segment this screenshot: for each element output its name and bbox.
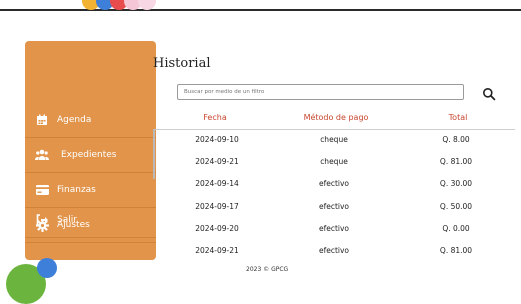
credit-card-icon (35, 183, 49, 197)
cell-total: Q. 50.00 (439, 202, 473, 211)
table-row[interactable]: 2024-09-20 efectivo Q. 0.00 (153, 218, 515, 240)
sidebar-item-finanzas[interactable]: Finanzas (25, 173, 156, 207)
cell-fecha: 2024-09-21 (195, 157, 239, 166)
sidebar-item-expedientes[interactable]: Expedientes (25, 138, 156, 172)
cell-fecha: 2024-09-10 (195, 135, 239, 144)
users-icon (35, 148, 49, 162)
cell-total: Q. 30.00 (439, 179, 473, 188)
logout-icon (35, 213, 49, 227)
cell-metodo: efectivo (318, 224, 350, 233)
footer-copyright: 2023 © GPCG (246, 266, 289, 273)
search-input[interactable] (177, 84, 464, 100)
brand-logo (78, 0, 168, 14)
column-header-total[interactable]: Total (440, 113, 476, 122)
page-title: Historial (153, 56, 211, 71)
table-row[interactable]: 2024-09-10 cheque Q. 8.00 (153, 129, 515, 151)
cell-fecha: 2024-09-20 (195, 224, 239, 233)
table-row[interactable]: 2024-09-17 efectivo Q. 50.00 (153, 196, 515, 218)
sidebar-item-label: Finanzas (57, 185, 96, 195)
column-header-metodo-pago[interactable]: Método de pago (300, 113, 372, 122)
cell-metodo: cheque (320, 135, 348, 144)
cell-metodo: efectivo (318, 202, 350, 211)
cell-fecha: 2024-09-14 (195, 179, 239, 188)
table-row[interactable]: 2024-09-14 efectivo Q. 30.00 (153, 173, 515, 195)
cell-fecha: 2024-09-17 (195, 202, 239, 211)
table-row[interactable]: 2024-09-21 efectivo Q. 81.00 (153, 240, 515, 262)
sidebar-item-agenda[interactable]: Agenda (25, 103, 156, 137)
search-icon[interactable] (482, 86, 496, 101)
table-row[interactable]: 2024-09-21 cheque Q. 81.00 (153, 151, 515, 173)
sidebar-item-label: Salir (57, 215, 77, 225)
cell-total: Q. 81.00 (439, 246, 473, 255)
sidebar-item-label: Expedientes (61, 150, 117, 160)
decorative-blob (37, 258, 57, 278)
sidebar-item-label: Agenda (57, 115, 92, 125)
cell-metodo: efectivo (318, 246, 350, 255)
cell-metodo: efectivo (318, 179, 350, 188)
cell-total: Q. 8.00 (442, 135, 470, 144)
cell-total: Q. 81.00 (439, 157, 473, 166)
column-header-fecha[interactable]: Fecha (197, 113, 233, 122)
sidebar-item-salir[interactable]: Salir (25, 203, 156, 237)
cell-total: Q. 0.00 (442, 224, 470, 233)
calendar-icon (35, 113, 49, 127)
sidebar-divider (25, 237, 156, 238)
cell-fecha: 2024-09-21 (195, 246, 239, 255)
cell-metodo: cheque (320, 157, 348, 166)
sidebar-divider (25, 242, 156, 243)
